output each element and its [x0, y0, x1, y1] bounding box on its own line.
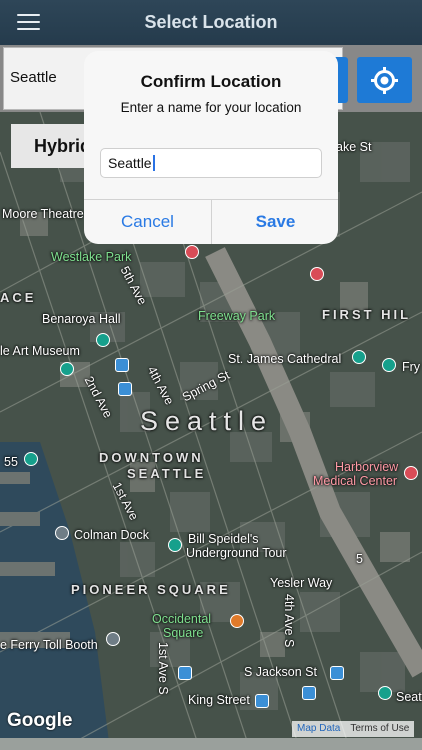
map-label: Underground Tour [186, 546, 287, 560]
map-label: DOWNTOWN [99, 450, 204, 465]
location-name-input[interactable]: Seattle [100, 148, 322, 178]
map-label: Harborview [335, 460, 399, 474]
ferry-pin-icon[interactable] [55, 526, 69, 540]
map-label: 1st Ave S [156, 642, 170, 695]
hospital-pin-icon[interactable] [310, 267, 324, 281]
nav-bar: Select Location [0, 0, 422, 45]
hospital-pin-icon[interactable] [404, 466, 418, 480]
map-label: Yesler Way [270, 576, 333, 590]
map-label: Bill Speidel's [188, 532, 259, 546]
church-pin-icon[interactable] [352, 350, 366, 364]
park-pin-icon[interactable] [230, 614, 244, 628]
map-label: Westlake Park [51, 250, 132, 264]
bottom-bar [0, 738, 422, 750]
map-label: Square [163, 626, 204, 640]
page-title: Select Location [144, 12, 278, 32]
poi-pin-icon[interactable] [185, 245, 199, 259]
map-label: Seat [396, 690, 422, 704]
map-label: Moore Theatre [2, 207, 84, 221]
transit-pin-icon[interactable] [302, 686, 316, 700]
map-label: S Jackson St [244, 665, 317, 679]
map-label: 4th Ave S [282, 594, 296, 648]
map-label: FIRST HIL [322, 307, 412, 322]
current-location-button[interactable] [357, 57, 412, 103]
map-label: Medical Center [313, 474, 398, 488]
map-label: Colman Dock [74, 528, 150, 542]
poi-pin-icon[interactable] [106, 632, 120, 646]
confirm-location-dialog: Confirm Location Enter a name for your l… [84, 51, 338, 244]
poi-pin-icon[interactable] [382, 358, 396, 372]
terms-link[interactable]: Terms of Use [350, 723, 409, 734]
map-label: 5 [356, 552, 363, 566]
transit-pin-icon[interactable] [178, 666, 192, 680]
map-label: Occidental [152, 612, 212, 626]
crosshair-icon [371, 67, 398, 94]
map-label: 55 [4, 455, 18, 469]
transit-pin-icon[interactable] [115, 358, 129, 372]
poi-pin-icon[interactable] [96, 333, 110, 347]
transit-pin-icon[interactable] [255, 694, 269, 708]
search-input-value: Seattle [10, 69, 57, 86]
map-type-button[interactable]: Hybrid [11, 124, 91, 168]
location-name-value: Seattle [108, 155, 152, 171]
map-label: Freeway Park [198, 309, 276, 323]
map-label: PIONEER SQUARE [71, 582, 231, 597]
dialog-title: Confirm Location [140, 72, 282, 91]
map-data-link[interactable]: Map Data [297, 723, 340, 734]
map-label: e Ferry Toll Booth [0, 638, 98, 652]
transit-pin-icon[interactable] [330, 666, 344, 680]
map-label: King Street [188, 693, 250, 707]
save-button[interactable]: Save [212, 200, 338, 244]
map-label: le Art Museum [0, 344, 80, 358]
museum-pin-icon[interactable] [60, 362, 74, 376]
transit-pin-icon[interactable] [118, 382, 132, 396]
map-attribution: Map Data Terms of Use [292, 721, 415, 737]
text-caret [152, 155, 155, 171]
poi-pin-icon[interactable] [168, 538, 182, 552]
poi-pin-icon[interactable] [24, 452, 38, 466]
google-logo: Google [7, 710, 73, 731]
map-label-city: Seattle [140, 406, 274, 436]
map-label: ACE [0, 290, 37, 305]
dialog-message: Enter a name for your location [120, 100, 302, 115]
map-label: Benaroya Hall [42, 312, 121, 326]
map-label: SEATTLE [127, 466, 207, 481]
cancel-button[interactable]: Cancel [84, 200, 211, 244]
poi-pin-icon[interactable] [378, 686, 392, 700]
map-label: St. James Cathedral [228, 352, 342, 366]
map-label: ake St [336, 140, 372, 154]
map-label: Fry [402, 360, 421, 374]
